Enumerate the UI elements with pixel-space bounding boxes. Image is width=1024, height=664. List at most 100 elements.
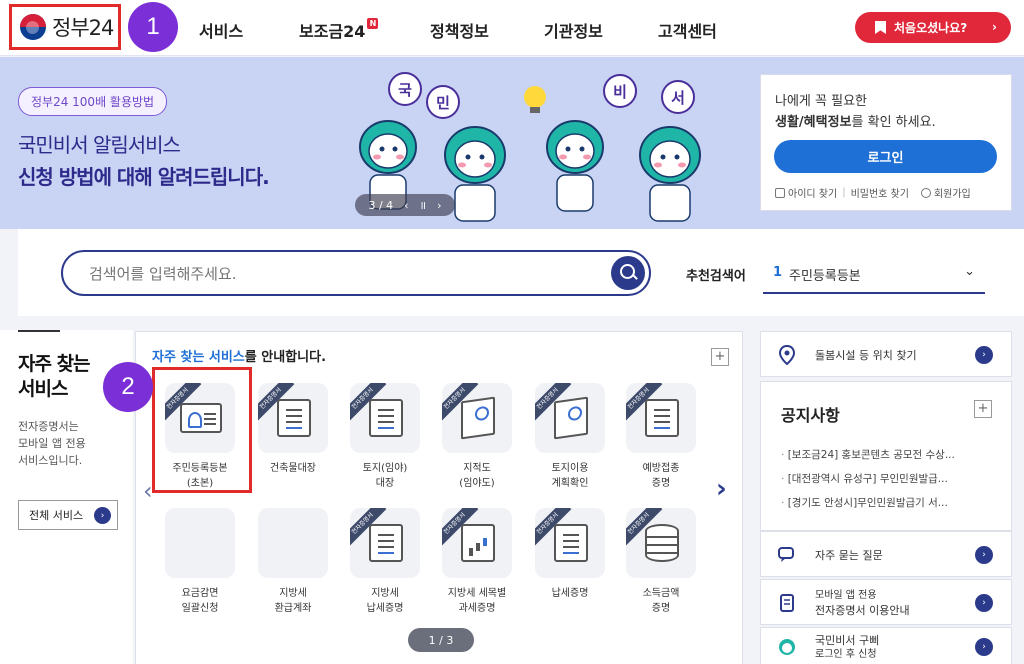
service-label-line1: 납세증명 <box>551 588 589 599</box>
search-input[interactable] <box>89 264 589 284</box>
recommended-label: 추천검색어 <box>686 269 746 284</box>
services-next-arrow[interactable]: › <box>716 474 727 504</box>
find-id-link[interactable]: 아이디 찾기 <box>788 185 837 200</box>
service-item[interactable]: 전자증명서소득금액 증명 <box>618 508 704 626</box>
service-label-line1: 지방세 <box>371 588 399 599</box>
notice-list: [보조금24] 홍보콘텐츠 공모전 수상... [대전광역시 유성구] 무인민원… <box>781 443 991 515</box>
services-more-button[interactable]: + <box>711 348 729 366</box>
speech-letter-1: 국 <box>398 81 412 99</box>
nav-subsidy24[interactable]: 보조금24 N <box>299 18 379 42</box>
all-services-button[interactable]: 전체 서비스 › <box>18 500 118 530</box>
chevron-right-icon: › <box>975 546 993 564</box>
location-pin-icon <box>778 345 796 365</box>
secretary-card[interactable]: 국민비서 구삐 로그인 후 신청 › <box>760 627 1012 664</box>
chevron-right-icon: › <box>975 346 993 364</box>
service-label: 지적도 (임야도) <box>434 461 520 491</box>
service-item[interactable]: 지방세 환급계좌 <box>250 508 336 626</box>
section-description: 전자증명서는 모바일 앱 전용 서비스입니다. <box>18 418 128 469</box>
service-tile[interactable]: 전자증명서 <box>350 508 420 578</box>
chevron-right-icon: › <box>94 507 111 524</box>
notice-item[interactable]: [대전광역시 유성구] 무인민원발급... <box>781 467 991 491</box>
service-tile[interactable]: 전자증명서 <box>350 383 420 453</box>
service-item[interactable]: 전자증명서 건축물대장 <box>250 383 336 501</box>
lock-icon <box>775 187 785 198</box>
notice-more-button[interactable]: + <box>974 400 992 418</box>
secretary-line2: 로그인 후 신청 <box>815 649 877 660</box>
all-services-label: 전체 서비스 <box>29 509 84 522</box>
nav-services[interactable]: 서비스 <box>199 18 243 42</box>
search-icon[interactable] <box>611 256 645 290</box>
first-visit-label: 처음오셨나요? <box>894 21 968 35</box>
first-visit-button[interactable]: 처음오셨나요? › <box>855 12 1011 43</box>
login-message-line1: 나에게 꼭 필요한 <box>775 94 867 109</box>
signup-link[interactable]: 회원가입 <box>934 185 971 200</box>
carousel-pause-icon[interactable]: ॥ <box>420 198 427 213</box>
search-box <box>61 250 651 296</box>
new-badge: N <box>367 18 379 29</box>
notice-item[interactable]: [보조금24] 홍보콘텐츠 공모전 수상... <box>781 443 991 467</box>
mobile-certificate-card[interactable]: 모바일 앱 전용 전자증명서 이용안내 › <box>760 579 1012 625</box>
search-section: 추천검색어 1 주민등록등본 ⌄ <box>18 229 1024 316</box>
service-label-line2: 과세증명 <box>458 603 496 614</box>
service-label: 토지(임야) 대장 <box>342 461 428 491</box>
vaccination-icon <box>645 399 679 437</box>
faq-card[interactable]: 자주 묻는 질문 › <box>760 531 1012 577</box>
nav-agency-info[interactable]: 기관정보 <box>544 18 603 42</box>
login-card: 나에게 꼭 필요한 생활/혜택정보를 확인 하세요. 로그인 아이디 찾기 | … <box>760 74 1012 211</box>
services-page-indicator: 1 / 3 <box>408 628 474 652</box>
service-item[interactable]: 전자증명서 예방접종 증명 <box>618 383 704 501</box>
speech-letter-2: 민 <box>436 94 450 112</box>
service-tile[interactable] <box>165 508 235 578</box>
service-item[interactable]: 전자증명서지적도 (임야도) <box>434 383 520 501</box>
mobile-certificate-text: 모바일 앱 전용 전자증명서 이용안내 <box>815 588 910 618</box>
service-label-line1: 토지(임야) <box>362 463 408 474</box>
service-item[interactable]: 전자증명서 지방세 납세증명 <box>342 508 428 626</box>
building-doc-icon <box>277 399 311 437</box>
notice-item[interactable]: [경기도 안성시]무인민원발급기 서... <box>781 491 991 515</box>
service-tile[interactable]: 전자증명서 <box>626 508 696 578</box>
service-tile[interactable] <box>258 508 328 578</box>
service-label-line1: 요금감면 <box>181 588 219 599</box>
secretary-row: 국민비서 구삐 로그인 후 신청 › <box>761 628 1011 664</box>
service-item[interactable]: 요금감면 일괄신청 <box>157 508 243 626</box>
service-label-line1: 지방세 세목별 <box>447 588 507 599</box>
login-button[interactable]: 로그인 <box>774 140 997 173</box>
mobile-certificate-row: 모바일 앱 전용 전자증명서 이용안내 › <box>761 580 1011 626</box>
nav-customer-center[interactable]: 고객센터 <box>658 18 717 42</box>
cadastral-map-icon <box>461 396 495 440</box>
highlight-box <box>152 367 252 493</box>
service-item[interactable]: 전자증명서토지(임야) 대장 <box>342 383 428 501</box>
service-tile[interactable]: 전자증명서 <box>442 508 512 578</box>
services-prev-arrow[interactable]: ‹ <box>143 477 153 505</box>
care-facility-card[interactable]: 돌봄시설 등 위치 찾기 › <box>760 331 1012 377</box>
nav-policy-info[interactable]: 정책정보 <box>430 18 489 42</box>
chevron-down-icon[interactable]: ⌄ <box>964 264 975 279</box>
tax-payment-icon <box>554 524 588 562</box>
recommended-keyword-dropdown[interactable]: 1 주민등록등본 ⌄ <box>763 254 985 294</box>
faq-row: 자주 묻는 질문 › <box>761 532 1011 578</box>
service-label: 토지이용 계획확인 <box>527 461 613 491</box>
service-label-line2: 계획확인 <box>551 478 589 489</box>
service-tile[interactable]: 전자증명서 <box>535 383 605 453</box>
service-item[interactable]: 전자증명서납세증명 <box>527 508 613 626</box>
mobile-document-icon <box>780 594 794 612</box>
service-item[interactable]: 전자증명서토지이용 계획확인 <box>527 383 613 501</box>
land-use-map-icon <box>554 396 588 440</box>
hero-banner[interactable]: 정부24 100배 활용방법 국민비서 알림서비스 신청 방법에 대해 알려드립… <box>0 57 1024 229</box>
service-tile[interactable]: 전자증명서 <box>442 383 512 453</box>
service-label: 납세증명 <box>527 586 613 601</box>
service-tile[interactable]: 전자증명서 <box>258 383 328 453</box>
gov24-logo[interactable]: 정부24 <box>9 4 121 50</box>
service-tile[interactable]: 전자증명서 <box>535 508 605 578</box>
carousel-prev-icon[interactable]: ‹ <box>404 199 408 212</box>
link-divider: | <box>842 187 846 198</box>
recommended-term[interactable]: 주민등록등본 <box>789 265 861 284</box>
carousel-next-icon[interactable]: › <box>437 199 441 212</box>
service-label-line1: 예방접종 <box>642 463 680 474</box>
find-password-link[interactable]: 비밀번호 찾기 <box>851 185 909 200</box>
service-label: 소득금액 증명 <box>618 586 704 616</box>
services-heading-rest: 를 안내합니다. <box>244 350 327 365</box>
service-tile[interactable]: 전자증명서 <box>626 383 696 453</box>
service-label-line1: 지적도 <box>463 463 491 474</box>
service-item[interactable]: 전자증명서지방세 세목별과세증명 <box>434 508 520 626</box>
